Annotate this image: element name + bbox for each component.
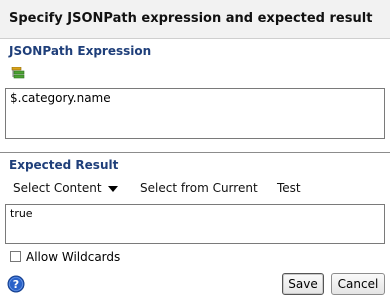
allow-wildcards-checkbox[interactable]	[10, 251, 21, 262]
select-from-current-button[interactable]: Select from Current	[140, 181, 258, 195]
dialog-title: Specify JSONPath expression and expected…	[9, 11, 373, 26]
jsonpath-expression-header: JSONPath Expression	[9, 44, 152, 58]
allow-wildcards-label: Allow Wildcards	[26, 250, 121, 264]
section-divider	[0, 152, 390, 153]
chevron-down-icon	[107, 185, 118, 192]
svg-text:?: ?	[13, 278, 19, 291]
test-button[interactable]: Test	[277, 181, 301, 195]
select-content-label: Select Content	[13, 181, 102, 195]
save-button[interactable]: Save	[282, 273, 324, 295]
jsonpath-expression-input[interactable]: $.category.name	[5, 88, 385, 139]
tree-structure-icon[interactable]	[11, 66, 25, 79]
dialog-title-bar: Specify JSONPath expression and expected…	[0, 0, 390, 39]
expected-result-header: Expected Result	[9, 158, 119, 172]
allow-wildcards-row[interactable]: Allow Wildcards	[10, 250, 120, 264]
expected-result-input[interactable]: true	[5, 204, 385, 244]
help-icon[interactable]: ?	[7, 275, 25, 293]
cancel-button[interactable]: Cancel	[331, 273, 385, 295]
select-content-dropdown[interactable]: Select Content	[13, 181, 118, 195]
